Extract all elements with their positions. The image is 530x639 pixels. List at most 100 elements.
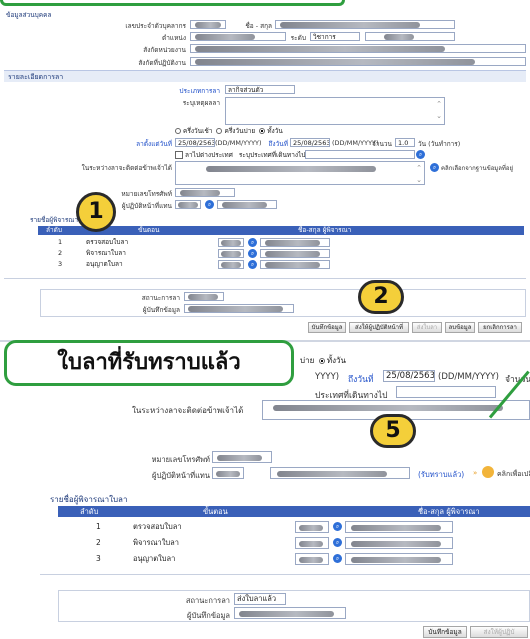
row-name-field[interactable] <box>345 521 453 533</box>
save-button[interactable]: บันทึกข้อมูล <box>308 322 346 333</box>
radio-afternoon[interactable] <box>216 128 223 134</box>
row-no: 3 <box>96 554 101 563</box>
recorder-label: ผู้บันทึกข้อมูล <box>142 306 180 314</box>
bottom-radios: บ่าย ทั้งวัน <box>300 354 346 367</box>
abroad-row: ลาไปต่างประเทศ ระบุประเทศที่เดินทางไป <box>175 150 305 160</box>
scroll-arrows[interactable]: ⌃ ⌄ <box>436 101 442 120</box>
reason-label: ระบุเหตุผลลา <box>182 99 220 107</box>
radio-full[interactable] <box>259 128 266 134</box>
name-field[interactable] <box>275 20 455 29</box>
row-code-field[interactable] <box>218 238 244 247</box>
bottom-deputy-code-field[interactable] <box>212 467 244 479</box>
deputy-code-field[interactable] <box>175 200 201 209</box>
contact-search-icon[interactable]: ⌕ <box>430 163 439 172</box>
acknowledged-callout: ใบลาที่รับทราบแล้ว <box>4 340 294 386</box>
delete-button[interactable]: ลบข้อมูล <box>445 322 475 333</box>
bottom-form-panel: บ่าย ทั้งวัน YYYY) ถึงวันที่ 25/08/2563 … <box>0 340 530 639</box>
bottom-save-button[interactable]: บันทึกข้อมูล <box>423 626 467 638</box>
bottom-col-step: ขั้นตอน <box>203 507 228 516</box>
id-field[interactable] <box>190 20 226 29</box>
reason-textarea[interactable]: ⌃ ⌄ <box>225 97 445 125</box>
row-code-field[interactable] <box>218 260 244 269</box>
row-code-field[interactable] <box>295 521 329 533</box>
user-change-icon[interactable] <box>482 466 494 478</box>
bottom-abroad-field[interactable] <box>396 386 496 398</box>
contact-scroll-arrows[interactable]: ⌃ ⌄ <box>416 165 422 184</box>
row-name-field[interactable] <box>260 260 330 269</box>
bottom-deputy-name-field[interactable] <box>270 467 410 479</box>
bottom-to-date-field[interactable]: 25/08/2563 <box>383 370 435 382</box>
row-code-field[interactable] <box>218 249 244 258</box>
bottom-recorder-field[interactable] <box>234 607 346 619</box>
bottom-radio-full[interactable] <box>318 357 325 364</box>
bottom-to-label: ถึงวันที่ <box>348 375 374 385</box>
phone-field[interactable] <box>175 188 235 197</box>
deputy-search-icon[interactable]: ⌕ <box>205 200 214 209</box>
position-field[interactable] <box>190 32 286 41</box>
abroad-country-field[interactable] <box>305 150 415 159</box>
level-extra-field[interactable] <box>365 32 455 41</box>
row-search-icon[interactable]: ⌕ <box>248 260 257 269</box>
radio-morning[interactable] <box>175 128 181 134</box>
row-search-icon[interactable]: ⌕ <box>248 238 257 247</box>
row-step: ตรวจสอบใบลา <box>133 522 182 531</box>
contact-link[interactable]: คลิกเลือกจากฐานข้อมูลที่อยู่ <box>441 163 526 173</box>
recorder-field[interactable] <box>184 304 294 313</box>
send-deputy-button[interactable]: ส่งให้ผู้ปฏิบัติหน้าที่ <box>349 322 409 333</box>
row-search-icon[interactable]: ⌕ <box>333 554 342 563</box>
status-field[interactable] <box>184 292 224 301</box>
level-field[interactable]: วิชาการ <box>310 32 360 41</box>
row-search-icon[interactable]: ⌕ <box>248 249 257 258</box>
bottom-status-field[interactable]: ส่งใบลาแล้ว <box>234 593 286 605</box>
row-no: 1 <box>96 522 101 531</box>
row-code-field[interactable] <box>295 537 329 549</box>
org2-field[interactable] <box>190 57 526 66</box>
table-row: 1 ตรวจสอบใบลา ⌕ <box>58 520 530 534</box>
contact-label: ในระหว่างลาจะติดต่อข้าพเจ้าได้ <box>81 164 172 172</box>
days-label: จำนวน <box>372 140 392 148</box>
row-name-field[interactable] <box>260 238 330 247</box>
table-row: 1 ตรวจสอบใบลา ⌕ <box>38 237 524 248</box>
deputy-name-field[interactable] <box>217 200 277 209</box>
row-code-field[interactable] <box>295 553 329 565</box>
table-row: 2 พิจารณาใบลา ⌕ <box>38 248 524 259</box>
phone-label: หมายเลขโทรศัพท์ <box>121 190 172 198</box>
cancel-leave-button[interactable]: ยกเลิกการลา <box>478 322 522 333</box>
from-label: ลาตั้งแต่วันที่ <box>136 140 172 148</box>
bottom-phone-field[interactable] <box>212 451 272 463</box>
to-date-field[interactable]: 25/08/2563 <box>290 138 330 147</box>
row-search-icon[interactable]: ⌕ <box>333 538 342 547</box>
row-name-field[interactable] <box>345 553 453 565</box>
bottom-radio-full-label: ทั้งวัน <box>326 356 346 365</box>
approver-table-header: ลำดับ ขั้นตอน ชื่อ-สกุล ผู้พิจารณา <box>38 226 524 235</box>
row-search-icon[interactable]: ⌕ <box>333 522 342 531</box>
days-field[interactable]: 1.0 <box>395 138 415 147</box>
badge-5: 5 <box>370 414 416 448</box>
bottom-send-deputy-button[interactable]: ส่งให้ผู้ปฏิบั <box>470 626 528 638</box>
personal-section-title: ข้อมูลส่วนบุคคล <box>6 11 52 19</box>
leave-type-field[interactable]: ลากิจส่วนตัว <box>225 85 295 94</box>
change-deputy-link[interactable]: คลิกเพื่อเปลี่ยนผู้ปฏิ <box>497 469 530 480</box>
submit-leave-button[interactable]: ส่งใบลา <box>412 322 442 333</box>
bottom-deputy-label: ผู้ปฏิบัติหน้าที่แทน <box>152 471 210 480</box>
from-date-field[interactable]: 25/08/2563 <box>175 138 215 147</box>
id-label: เลขประจำตัวบุคลากร <box>125 22 186 30</box>
badge-1: 1 <box>76 192 116 232</box>
row-no: 2 <box>58 249 63 257</box>
org-field[interactable] <box>190 44 526 53</box>
contact-textarea[interactable]: ⌃ ⌄ <box>175 161 425 185</box>
abroad-purpose-label: ระบุประเทศที่เดินทางไป <box>238 151 306 159</box>
days-unit: วัน (วันทำการ) <box>418 140 461 148</box>
leave-section-title: รายละเอียดการลา <box>4 70 526 82</box>
abroad-search-icon[interactable]: ⌕ <box>416 150 425 159</box>
top-green-frame <box>0 0 345 6</box>
abroad-checkbox[interactable] <box>175 151 183 159</box>
row-step: อนุญาตใบลา <box>133 554 176 563</box>
org-label: สังกัดหน่วยงาน <box>143 46 186 54</box>
top-form-panel: ข้อมูลส่วนบุคคล เลขประจำตัวบุคลากร ชื่อ … <box>0 0 530 340</box>
to-format: (DD/MM/YYYY) <box>332 139 379 147</box>
row-name-field[interactable] <box>345 537 453 549</box>
radio-afternoon-label: ครึ่งวันบ่าย <box>224 127 256 135</box>
bottom-contact-label: ในระหว่างลาจะติดต่อข้าพเจ้าได้ <box>132 406 244 415</box>
row-name-field[interactable] <box>260 249 330 258</box>
